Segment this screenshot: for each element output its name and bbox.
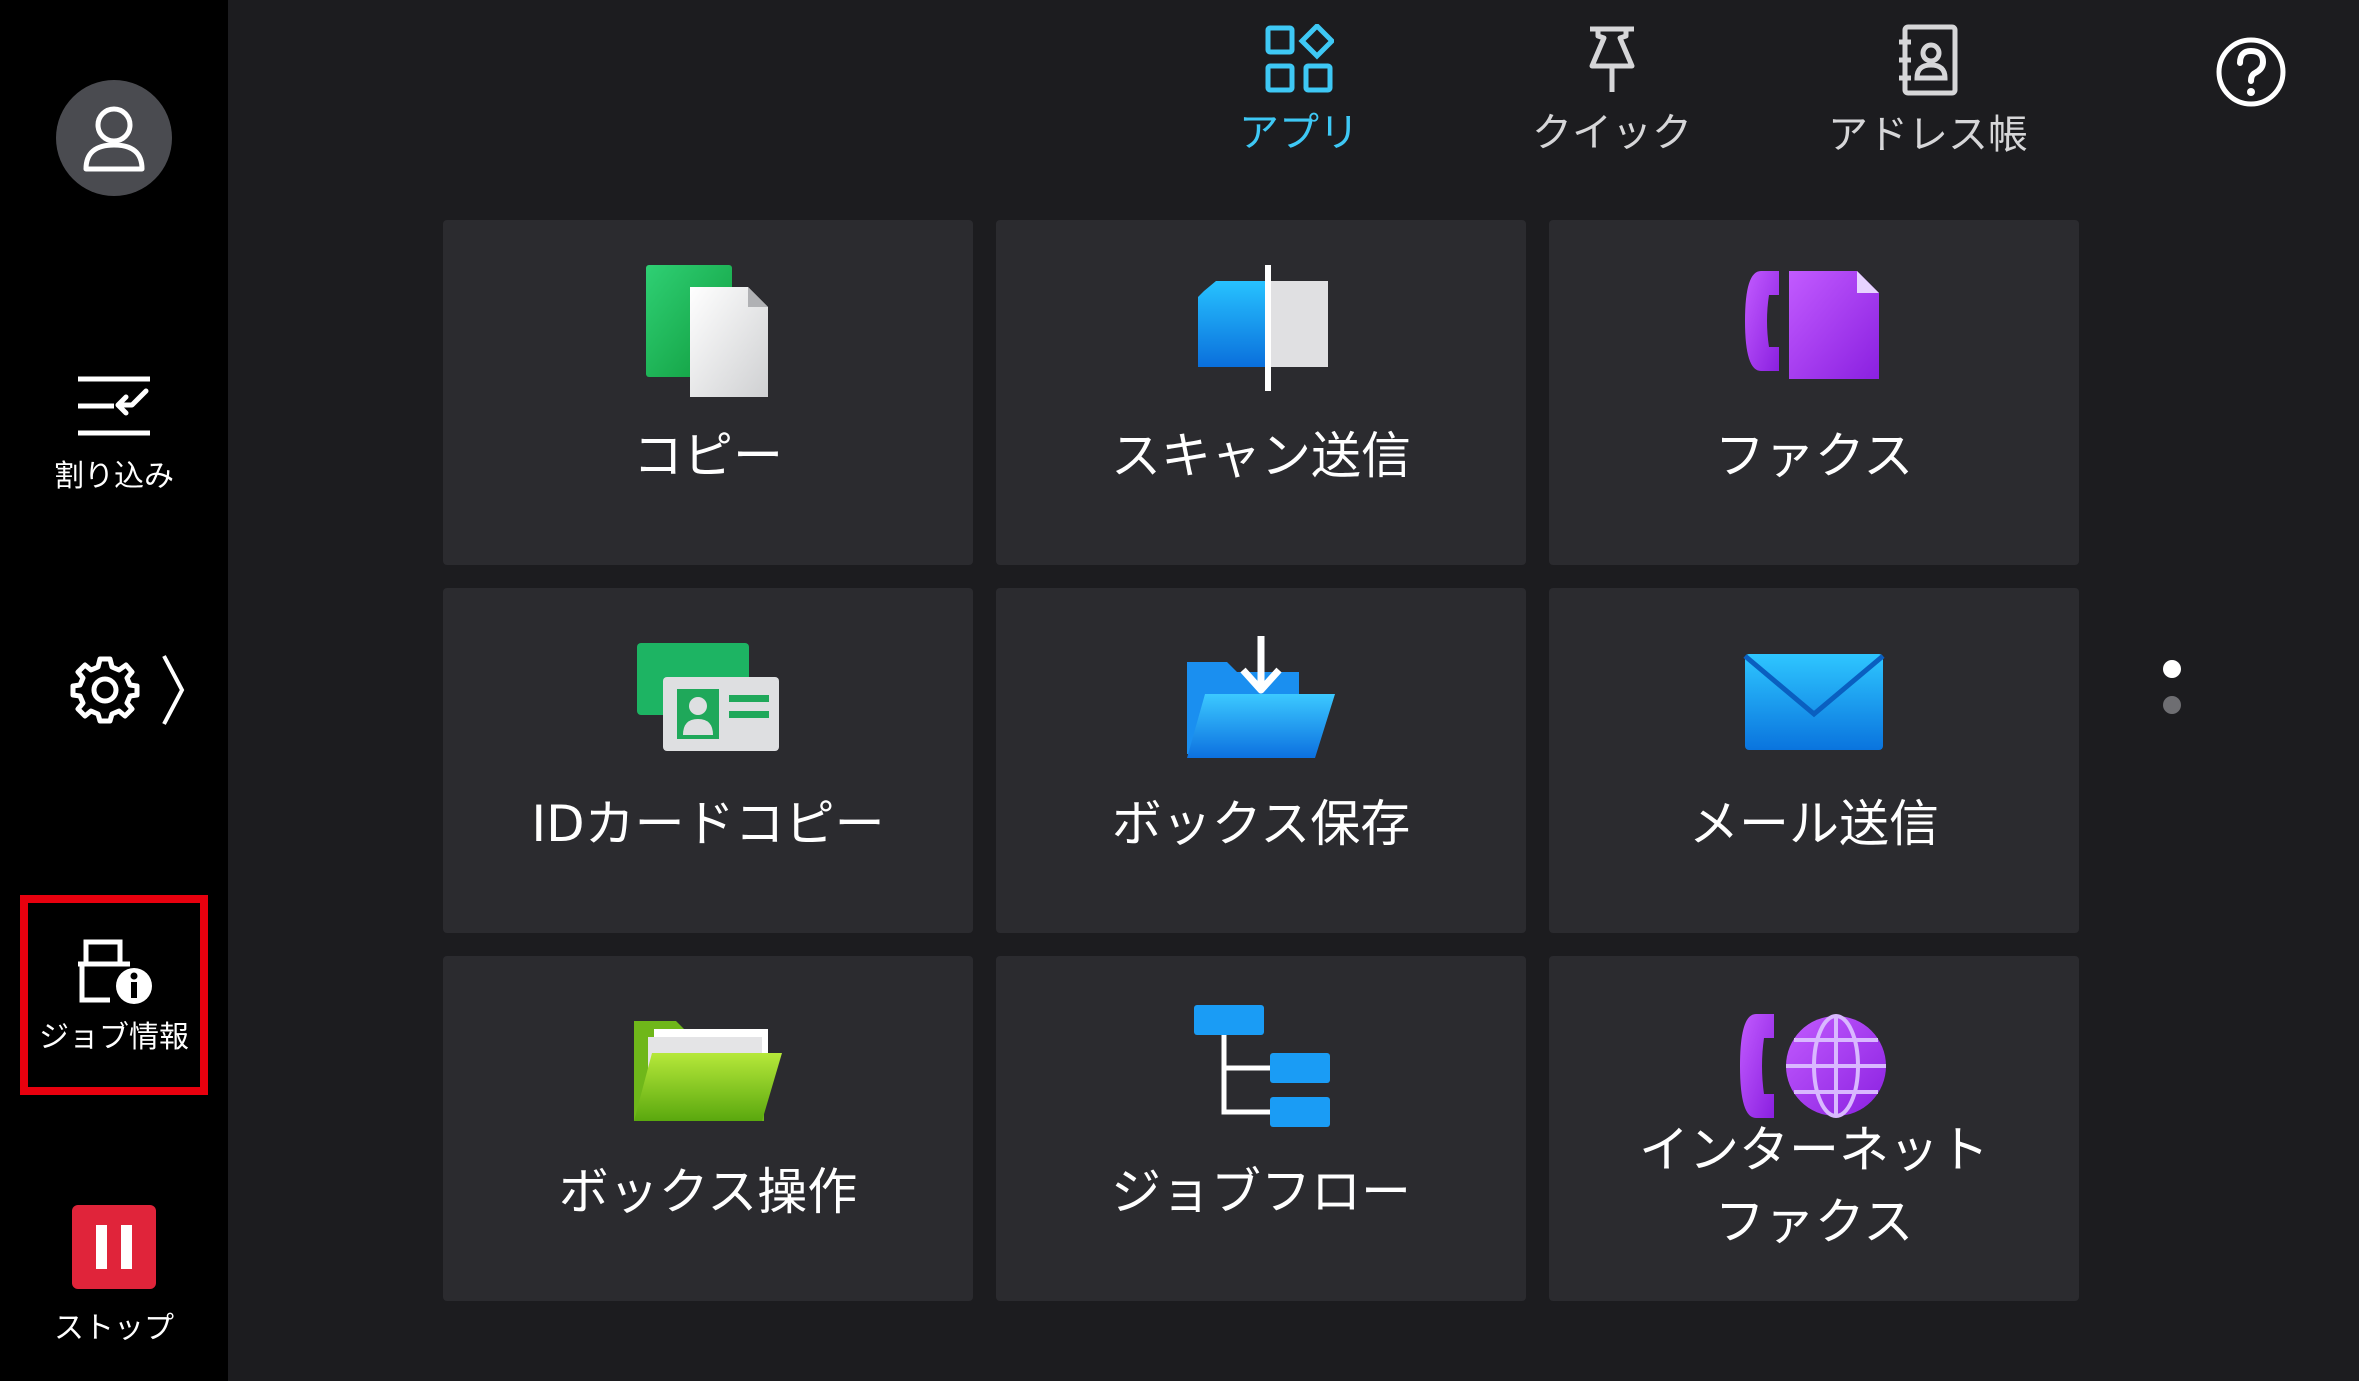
tab-address-book[interactable]: アドレス帳: [1828, 24, 2028, 164]
app-label-fax: ファクス: [1714, 427, 1914, 485]
tab-quick[interactable]: クイック: [1512, 24, 1712, 164]
tab-quick-label: クイック: [1532, 110, 1692, 156]
app-label-internet-fax: インターネット ファクス: [1549, 1114, 2079, 1258]
page-dot-active: [2163, 660, 2181, 678]
address-book-icon: [1899, 24, 1958, 96]
app-label-id-card-copy: IDカードコピー: [531, 795, 885, 853]
tab-address-book-label: アドレス帳: [1828, 112, 2028, 158]
tab-apps[interactable]: アプリ: [1199, 24, 1399, 164]
app-tile-internet-fax[interactable]: インターネット ファクス: [1549, 956, 2079, 1301]
chevron-right-icon: [162, 655, 185, 725]
app-label-job-flow: ジョブフロー: [1111, 1163, 1411, 1221]
job-info-icon: [78, 939, 152, 1004]
app-tile-email-send[interactable]: メール送信: [1549, 588, 2079, 933]
app-label-box-save: ボックス保存: [1111, 795, 1411, 853]
user-login-button[interactable]: [56, 80, 172, 196]
internet-fax-icon: [1740, 1014, 1886, 1118]
help-icon: [2216, 37, 2286, 107]
app-label-email-send: メール送信: [1689, 795, 1939, 853]
pin-icon: [1589, 26, 1635, 92]
sidebar: 割り込み ジョブ情報 ストップ: [0, 0, 228, 1381]
stop-button[interactable]: ストップ: [0, 1205, 228, 1347]
apps-grid-icon: [1265, 24, 1334, 93]
app-label-internet-fax-line1: インターネット: [1639, 1121, 1989, 1179]
app-label-scan-send: スキャン送信: [1111, 427, 1411, 485]
page-indicator: [2163, 660, 2183, 732]
scan-send-icon: [1198, 265, 1328, 391]
interrupt-label: 割り込み: [54, 459, 174, 494]
app-label-copy: コピー: [633, 427, 783, 485]
interrupt-icon: [78, 376, 150, 436]
app-tile-box-save[interactable]: ボックス保存: [996, 588, 1526, 933]
job-flow-icon: [1194, 1005, 1330, 1127]
id-card-copy-icon: [637, 643, 779, 751]
page-dot-inactive: [2163, 696, 2181, 714]
stop-label: ストップ: [54, 1311, 174, 1346]
app-label-internet-fax-line2: ファクス: [1714, 1193, 1914, 1251]
copy-icon: [646, 265, 768, 397]
pause-icon: [72, 1205, 156, 1289]
app-tile-fax[interactable]: ファクス: [1549, 220, 2079, 565]
settings-button[interactable]: [70, 650, 220, 730]
app-tile-id-card-copy[interactable]: IDカードコピー: [443, 588, 973, 933]
app-tile-job-flow[interactable]: ジョブフロー: [996, 956, 1526, 1301]
gear-icon: [70, 656, 140, 724]
interrupt-button[interactable]: 割り込み: [0, 375, 228, 495]
app-tile-scan-send[interactable]: スキャン送信: [996, 220, 1526, 565]
app-tile-box-operation[interactable]: ボックス操作: [443, 956, 973, 1301]
folder-download-icon: [1187, 636, 1335, 758]
job-info-label: ジョブ情報: [39, 1020, 189, 1055]
job-info-button[interactable]: ジョブ情報: [20, 895, 208, 1095]
fax-icon: [1745, 271, 1879, 379]
tab-apps-label: アプリ: [1239, 110, 1359, 156]
app-tile-copy[interactable]: コピー: [443, 220, 973, 565]
user-icon: [83, 106, 145, 172]
app-label-box-operation: ボックス操作: [558, 1163, 858, 1221]
envelope-icon: [1743, 654, 1885, 750]
help-button[interactable]: [2215, 36, 2287, 108]
folder-open-icon: [634, 1021, 782, 1121]
